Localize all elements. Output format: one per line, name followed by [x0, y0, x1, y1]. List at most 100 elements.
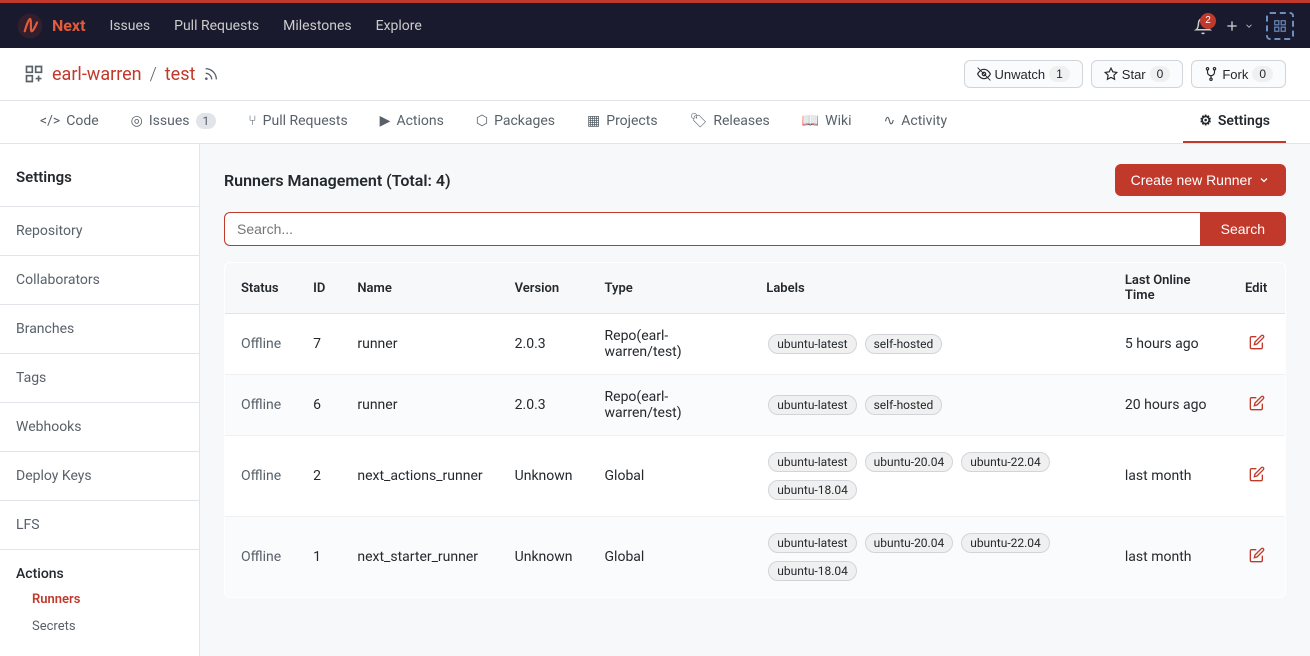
cell-type: Global	[589, 436, 751, 517]
table-row: Offline7runner2.0.3Repo(earl-warren/test…	[225, 314, 1286, 375]
star-count: 0	[1150, 66, 1171, 82]
fork-count: 0	[1252, 66, 1273, 82]
tab-code[interactable]: </> Code	[24, 101, 115, 143]
tab-settings-label: Settings	[1218, 113, 1270, 129]
repo-name[interactable]: test	[165, 64, 196, 85]
top-nav-right: 2	[1194, 12, 1294, 40]
sidebar-item-runners[interactable]: Runners	[0, 586, 199, 613]
content-header: Runners Management (Total: 4) Create new…	[224, 164, 1286, 196]
tab-activity[interactable]: ∿ Activity	[868, 101, 964, 143]
cell-status: Offline	[225, 314, 298, 375]
sidebar-item-branches[interactable]: Branches	[0, 313, 199, 345]
unwatch-label: Unwatch	[995, 67, 1046, 82]
label-tag: ubuntu-latest	[768, 395, 856, 415]
search-button[interactable]: Search	[1200, 212, 1286, 246]
sidebar-item-repository[interactable]: Repository	[0, 215, 199, 247]
wiki-icon: 📖	[802, 113, 819, 129]
grid-button[interactable]	[1266, 12, 1294, 40]
repo-actions: Unwatch 1 Star 0 Fork 0	[964, 60, 1286, 88]
edit-runner-button[interactable]	[1245, 543, 1269, 572]
unwatch-button[interactable]: Unwatch 1	[964, 60, 1083, 88]
label-tag: ubuntu-18.04	[768, 480, 857, 500]
tab-packages[interactable]: ⬡ Packages	[460, 101, 571, 143]
cell-status: Offline	[225, 436, 298, 517]
tab-issues[interactable]: ◎ Issues 1	[115, 101, 233, 143]
label-tag: ubuntu-18.04	[768, 561, 857, 581]
cell-last-online: last month	[1109, 517, 1229, 598]
cell-version: 2.0.3	[499, 314, 589, 375]
tab-actions[interactable]: ▶ Actions	[364, 101, 460, 143]
cell-last-online: 5 hours ago	[1109, 314, 1229, 375]
nav-issues[interactable]: Issues	[109, 14, 150, 38]
tab-releases[interactable]: 🏷 Releases	[674, 101, 786, 143]
sidebar-item-lfs[interactable]: LFS	[0, 509, 199, 541]
col-last-online: Last Online Time	[1109, 263, 1229, 314]
sidebar-divider-7	[0, 549, 199, 550]
tab-releases-label: Releases	[713, 113, 769, 129]
tab-projects[interactable]: ▦ Projects	[571, 101, 674, 143]
sidebar-item-collaborators[interactable]: Collaborators	[0, 264, 199, 296]
cell-status: Offline	[225, 517, 298, 598]
cell-edit	[1229, 375, 1286, 436]
nav-milestones[interactable]: Milestones	[283, 14, 352, 38]
main-layout: Settings Repository Collaborators Branch…	[0, 144, 1310, 656]
col-id: ID	[297, 263, 341, 314]
search-bar: Search	[224, 212, 1286, 246]
tab-pull-requests[interactable]: ⑂ Pull Requests	[232, 101, 363, 143]
actions-icon: ▶	[380, 113, 391, 129]
label-tag: self-hosted	[865, 334, 943, 354]
cell-status: Offline	[225, 375, 298, 436]
tab-pr-label: Pull Requests	[263, 113, 348, 129]
pr-icon: ⑂	[248, 113, 256, 129]
sidebar-item-webhooks[interactable]: Webhooks	[0, 411, 199, 443]
cell-edit	[1229, 517, 1286, 598]
star-button[interactable]: Star 0	[1091, 60, 1184, 88]
notifications-button[interactable]: 2	[1194, 17, 1212, 35]
cell-id: 2	[297, 436, 341, 517]
create-runner-button[interactable]: Create new Runner	[1115, 164, 1286, 196]
unwatch-count: 1	[1049, 66, 1070, 82]
nav-explore[interactable]: Explore	[376, 14, 422, 38]
nav-pull-requests[interactable]: Pull Requests	[174, 14, 259, 38]
label-tag: ubuntu-22.04	[961, 533, 1050, 553]
edit-runner-button[interactable]	[1245, 462, 1269, 491]
sidebar: Settings Repository Collaborators Branch…	[0, 144, 200, 656]
sidebar-divider-6	[0, 500, 199, 501]
cell-type: Repo(earl-warren/test)	[589, 375, 751, 436]
plus-button[interactable]	[1224, 18, 1254, 34]
issues-icon: ◎	[131, 113, 143, 129]
edit-runner-button[interactable]	[1245, 330, 1269, 359]
cell-labels: ubuntu-latest self-hosted	[750, 375, 1109, 436]
fork-button[interactable]: Fork 0	[1191, 60, 1286, 88]
edit-runner-button[interactable]	[1245, 391, 1269, 420]
activity-icon: ∿	[884, 113, 896, 129]
sidebar-item-tags[interactable]: Tags	[0, 362, 199, 394]
sidebar-item-secrets[interactable]: Secrets	[0, 613, 199, 640]
repo-owner[interactable]: earl-warren	[52, 64, 142, 85]
tab-settings[interactable]: ⚙ Settings	[1183, 101, 1286, 143]
code-icon: </>	[40, 113, 60, 129]
rss-icon	[203, 66, 219, 82]
cell-id: 6	[297, 375, 341, 436]
sidebar-item-deploy-keys[interactable]: Deploy Keys	[0, 460, 199, 492]
notification-badge: 2	[1200, 13, 1216, 29]
fork-label: Fork	[1222, 67, 1248, 82]
label-tag: ubuntu-latest	[768, 533, 856, 553]
label-tag: ubuntu-latest	[768, 452, 856, 472]
dropdown-chevron-icon	[1258, 174, 1270, 186]
label-tag: self-hosted	[865, 395, 943, 415]
cell-name: runner	[341, 314, 498, 375]
releases-icon: 🏷	[690, 113, 708, 129]
app-logo[interactable]: Next	[16, 12, 85, 40]
tab-wiki[interactable]: 📖 Wiki	[786, 101, 868, 143]
page-title: Runners Management (Total: 4)	[224, 171, 451, 190]
sidebar-divider-top	[0, 206, 199, 207]
repo-sep: /	[150, 64, 157, 85]
tab-wiki-label: Wiki	[825, 113, 851, 129]
cell-type: Repo(earl-warren/test)	[589, 314, 751, 375]
tab-code-label: Code	[66, 113, 98, 129]
col-labels: Labels	[750, 263, 1109, 314]
search-input[interactable]	[224, 212, 1200, 246]
tab-projects-label: Projects	[606, 113, 657, 129]
issues-badge: 1	[196, 113, 217, 129]
